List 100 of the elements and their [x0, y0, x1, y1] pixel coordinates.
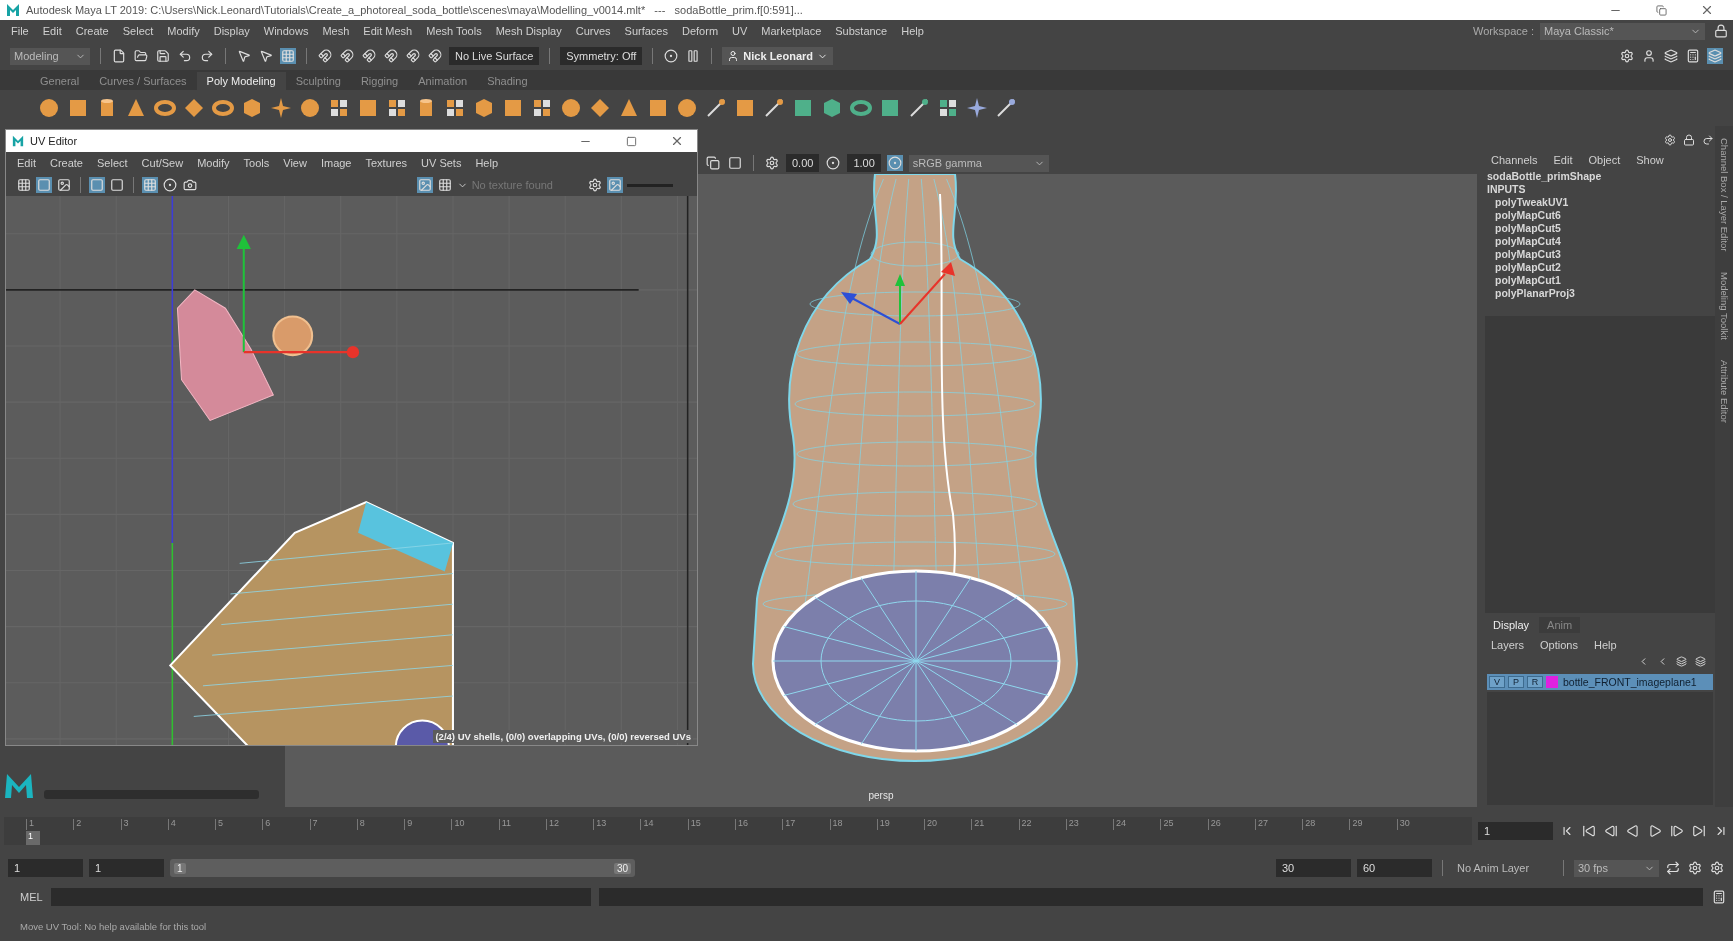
sphere-icon[interactable] — [38, 97, 60, 119]
exposure-icon[interactable] — [764, 155, 780, 171]
menu-item[interactable]: Curves — [568, 25, 618, 37]
start-frame-field[interactable]: 1 — [8, 859, 83, 877]
brush-icon[interactable] — [763, 97, 785, 119]
layer-row[interactable]: V P R bottle_FRONT_imageplane1 — [1487, 674, 1713, 690]
uv-menu-item[interactable]: View — [276, 157, 314, 169]
frame-icon[interactable] — [647, 97, 669, 119]
block-icon[interactable] — [357, 97, 379, 119]
shelf-tab[interactable]: Animation — [408, 72, 478, 90]
range-end-handle[interactable]: 30 — [613, 862, 631, 874]
ring-icon[interactable] — [850, 97, 872, 119]
snap-point-icon[interactable] — [361, 48, 377, 64]
square-icon[interactable] — [792, 97, 814, 119]
snap-view-icon[interactable] — [383, 48, 399, 64]
playback-start-field[interactable]: 1 — [89, 859, 164, 877]
uv-image-icon[interactable] — [56, 177, 72, 193]
key-settings-icon[interactable] — [1709, 860, 1725, 876]
gamma-field[interactable]: 1.00 — [847, 154, 881, 172]
checker-box-icon[interactable] — [937, 97, 959, 119]
current-frame-marker[interactable]: 1 — [26, 830, 40, 845]
node-icon[interactable] — [1663, 133, 1677, 147]
mesh-ball-icon[interactable] — [676, 97, 698, 119]
menu-item[interactable]: Surfaces — [617, 25, 675, 37]
color-space-dropdown[interactable]: sRGB gamma — [908, 154, 1049, 172]
timeline-ruler[interactable]: 1 2 3 4 5 6 7 8 9 10 11 12 13 14 15 16 17 18 19 20 21 22 23 24 25 26 27 28 29 30 1 — [4, 816, 1472, 845]
close-icon[interactable] — [670, 134, 684, 148]
input-node[interactable]: polyMapCut2 — [1485, 261, 1715, 274]
input-node[interactable]: polyMapCut1 — [1485, 274, 1715, 287]
panel-layout-icon[interactable] — [705, 155, 721, 171]
side-tab[interactable]: Modeling Toolkit — [1718, 271, 1730, 340]
modeling-toolkit-icon[interactable] — [1685, 48, 1701, 64]
bracket-icon[interactable] — [734, 97, 756, 119]
symmetry-field[interactable]: Symmetry: Off — [560, 47, 643, 65]
snap-grid-icon[interactable] — [317, 48, 333, 64]
input-node[interactable]: polyPlanarProj3 — [1485, 287, 1715, 300]
image-display-icon[interactable] — [416, 177, 433, 193]
workspace-dropdown[interactable]: Maya Classic* — [1540, 22, 1705, 40]
ball-icon[interactable] — [560, 97, 582, 119]
script-editor-icon[interactable] — [1711, 889, 1727, 905]
maximize-icon[interactable] — [625, 135, 637, 147]
menu-item[interactable]: Edit Mesh — [356, 25, 420, 37]
uv-menu-item[interactable]: Select — [90, 157, 135, 169]
squares-icon[interactable] — [531, 97, 553, 119]
checker-pattern-icon[interactable] — [436, 177, 453, 193]
channel-box-menu-item[interactable]: Edit — [1553, 154, 1573, 166]
channel-box-menu-item[interactable]: Channels — [1491, 154, 1538, 166]
attribute-editor-icon[interactable] — [1619, 48, 1635, 64]
hexagon-icon[interactable] — [473, 97, 495, 119]
select-tool-icon[interactable] — [236, 48, 252, 64]
side-tab[interactable]: Attribute Editor — [1718, 359, 1730, 423]
tiles-icon[interactable] — [444, 97, 466, 119]
torus-icon[interactable] — [154, 97, 176, 119]
snap-pivot-icon[interactable] — [427, 48, 443, 64]
new-layer-icon[interactable] — [1675, 655, 1688, 668]
range-start-handle[interactable]: 1 — [174, 862, 186, 874]
new-file-icon[interactable] — [111, 48, 127, 64]
layer-menu-item[interactable]: Layers — [1491, 639, 1525, 651]
gamma-icon[interactable] — [825, 155, 842, 171]
isolate-icon[interactable] — [727, 155, 743, 171]
user-account-button[interactable]: Nick Leonard — [722, 47, 834, 65]
input-node[interactable]: polyMapCut5 — [1485, 222, 1715, 235]
menu-item[interactable]: Mesh Tools — [419, 25, 489, 37]
shelf-tab[interactable]: Rigging — [350, 72, 409, 90]
disc-icon[interactable] — [212, 97, 234, 119]
polyhedron-icon[interactable] — [241, 97, 263, 119]
play-backward-icon[interactable] — [1625, 822, 1641, 839]
restore-icon[interactable] — [1655, 4, 1667, 16]
menu-item[interactable]: Marketplace — [754, 25, 829, 37]
channel-box-menu-item[interactable]: Show — [1636, 154, 1664, 166]
command-language-label[interactable]: MEL — [20, 891, 43, 903]
layer-color-swatch[interactable] — [1546, 676, 1558, 688]
menu-item[interactable]: Mesh — [315, 25, 357, 37]
cube-icon[interactable] — [67, 97, 89, 119]
undo-icon[interactable] — [177, 48, 193, 64]
shelf-tab[interactable]: General — [30, 72, 90, 90]
channel-box-icon[interactable] — [1663, 48, 1679, 64]
mode-dropdown[interactable]: Modeling — [10, 47, 90, 65]
menu-item[interactable]: Windows — [256, 25, 316, 37]
diamond-icon[interactable] — [183, 97, 205, 119]
uv-menu-item[interactable]: UV Sets — [414, 157, 469, 169]
snap-surface-icon[interactable] — [405, 48, 421, 64]
layer-editor-icon[interactable] — [1707, 48, 1723, 64]
shelf-tab[interactable]: Shading — [477, 72, 538, 90]
rhombus-icon[interactable] — [589, 97, 611, 119]
uv-menu-item[interactable]: Image — [313, 157, 359, 169]
side-tab[interactable]: Channel Box / Layer Editor — [1718, 138, 1730, 252]
uv-menu-item[interactable]: Modify — [190, 157, 237, 169]
uv-checker-icon[interactable] — [142, 177, 158, 193]
select-hierarchy-icon[interactable] — [258, 48, 274, 64]
playback-settings-icon[interactable] — [1687, 860, 1703, 876]
input-node[interactable]: polyTweakUV1 — [1485, 196, 1715, 209]
time-range-bar[interactable]: 1 30 — [170, 859, 635, 877]
live-surface-field[interactable]: No Live Surface — [449, 47, 540, 65]
uv-menu-item[interactable]: Help — [468, 157, 506, 169]
tool-settings-icon[interactable] — [1641, 48, 1657, 64]
new-layer-selected-icon[interactable] — [1694, 655, 1707, 668]
menu-item[interactable]: Create — [68, 25, 116, 37]
checker-icon[interactable] — [328, 97, 350, 119]
loop-icon[interactable] — [1665, 860, 1681, 876]
